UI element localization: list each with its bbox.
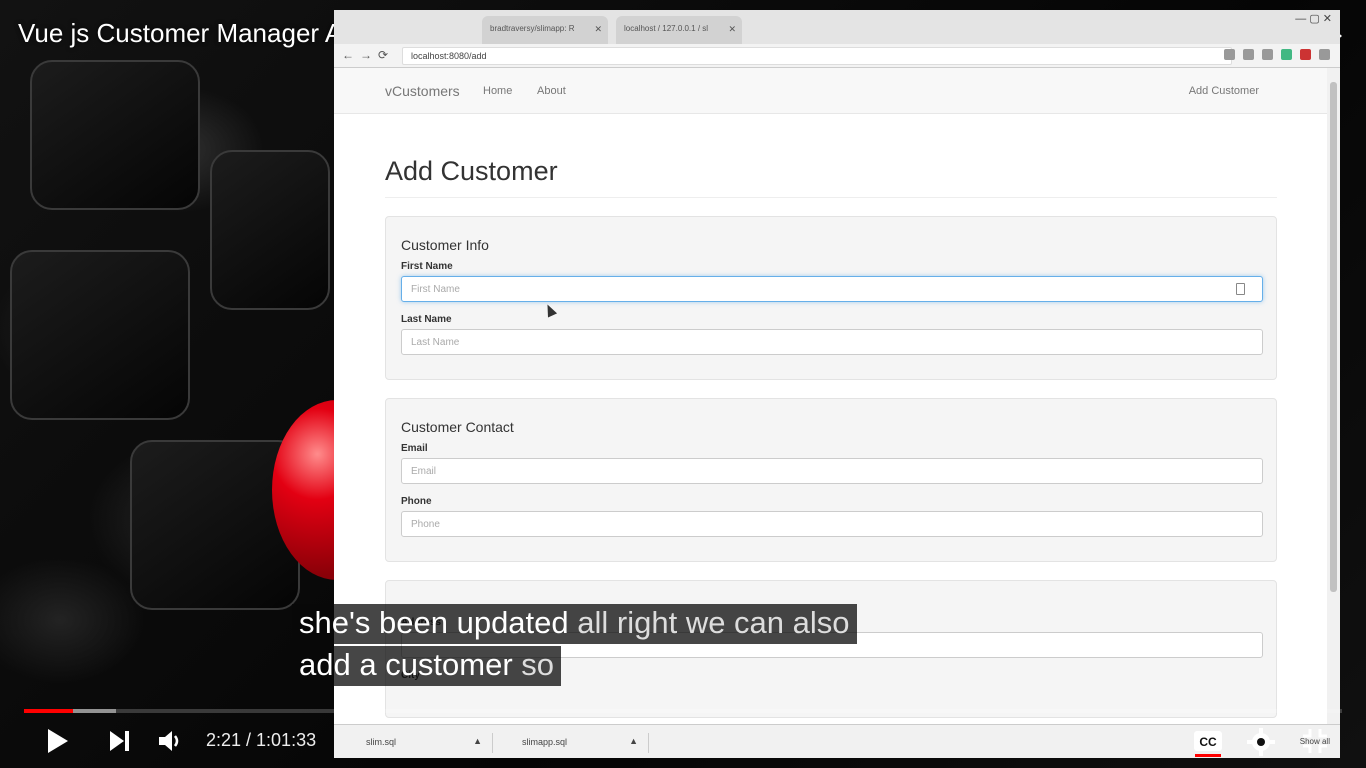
caption-line: she's been updated all right we can also xyxy=(292,604,857,644)
player-controls: 2:21 / 1:01:33 CC xyxy=(0,720,1366,764)
svg-text:CC: CC xyxy=(1199,735,1217,749)
tab-strip: bradtraversy/slimapp: R ✕ localhost / 12… xyxy=(334,10,1340,44)
extension-icon[interactable] xyxy=(1262,49,1273,60)
section-heading: Customer Info xyxy=(401,237,489,253)
caption-text: add a customer xyxy=(299,647,513,682)
nav-about-link[interactable]: About xyxy=(537,85,566,97)
first-name-label: First Name xyxy=(401,261,453,272)
email-input[interactable] xyxy=(401,458,1263,484)
browser-tab[interactable]: bradtraversy/slimapp: R ✕ xyxy=(482,16,608,44)
star-icon[interactable] xyxy=(1243,49,1254,60)
phone-label: Phone xyxy=(401,496,432,507)
tab-label: bradtraversy/slimapp: R xyxy=(490,24,575,33)
customer-info-panel: Customer Info First Name Last Name xyxy=(385,216,1277,380)
nav-add-customer-link[interactable]: Add Customer xyxy=(1189,85,1259,97)
extension-icon[interactable] xyxy=(1300,49,1311,60)
settings-gear-icon[interactable] xyxy=(1247,728,1275,756)
browser-tab[interactable]: localhost / 127.0.0.1 / sl ✕ xyxy=(616,16,742,44)
zoom-icon[interactable] xyxy=(1224,49,1235,60)
brand-link[interactable]: vCustomers xyxy=(385,83,460,99)
url-field[interactable]: localhost:8080/add xyxy=(402,47,1232,65)
background-cube xyxy=(10,250,190,420)
page-title: Add Customer xyxy=(385,156,1277,198)
app-navbar: vCustomers Home About Add Customer xyxy=(334,68,1327,114)
first-name-input[interactable] xyxy=(401,276,1263,302)
last-name-input[interactable] xyxy=(401,329,1263,355)
last-name-label: Last Name xyxy=(401,314,452,325)
captions: she's been updated all right we can also… xyxy=(292,604,857,688)
phone-input[interactable] xyxy=(401,511,1263,537)
progress-played xyxy=(24,709,73,713)
next-icon[interactable] xyxy=(108,728,132,754)
extension-icons xyxy=(1224,49,1330,60)
address-bar: ←→⟳ localhost:8080/add xyxy=(334,44,1340,68)
captions-active-indicator xyxy=(1195,754,1221,757)
close-icon[interactable]: ✕ xyxy=(594,24,602,35)
caption-text: so xyxy=(512,647,555,682)
customer-contact-panel: Customer Contact Email Phone xyxy=(385,398,1277,562)
volume-icon[interactable] xyxy=(157,728,183,754)
window-controls[interactable]: — ▢ ✕ xyxy=(1295,12,1332,25)
time-display: 2:21 / 1:01:33 xyxy=(206,730,317,750)
section-heading: Customer Contact xyxy=(401,419,514,435)
nav-home-link[interactable]: Home xyxy=(483,85,512,97)
scrollbar-thumb[interactable] xyxy=(1330,82,1337,592)
background-cube xyxy=(30,60,200,210)
exit-fullscreen-icon[interactable] xyxy=(1302,728,1328,754)
caption-text: all right we can also xyxy=(568,605,850,640)
background-cube xyxy=(210,150,330,310)
email-label: Email xyxy=(401,443,428,454)
tab-label: localhost / 127.0.0.1 / sl xyxy=(624,24,709,33)
page-scrollbar[interactable] xyxy=(1327,68,1340,758)
vue-devtools-icon[interactable] xyxy=(1281,49,1292,60)
nav-buttons[interactable]: ←→⟳ xyxy=(342,48,394,62)
caption-line: add a customer so xyxy=(292,646,562,686)
caption-text: she's been updated xyxy=(299,605,569,640)
play-icon[interactable] xyxy=(46,728,70,754)
autofill-icon[interactable] xyxy=(1236,283,1245,295)
video-progress-bar[interactable] xyxy=(24,709,1342,713)
closed-captions-icon[interactable]: CC xyxy=(1193,728,1223,754)
close-icon[interactable]: ✕ xyxy=(728,24,736,35)
menu-icon[interactable] xyxy=(1319,49,1330,60)
